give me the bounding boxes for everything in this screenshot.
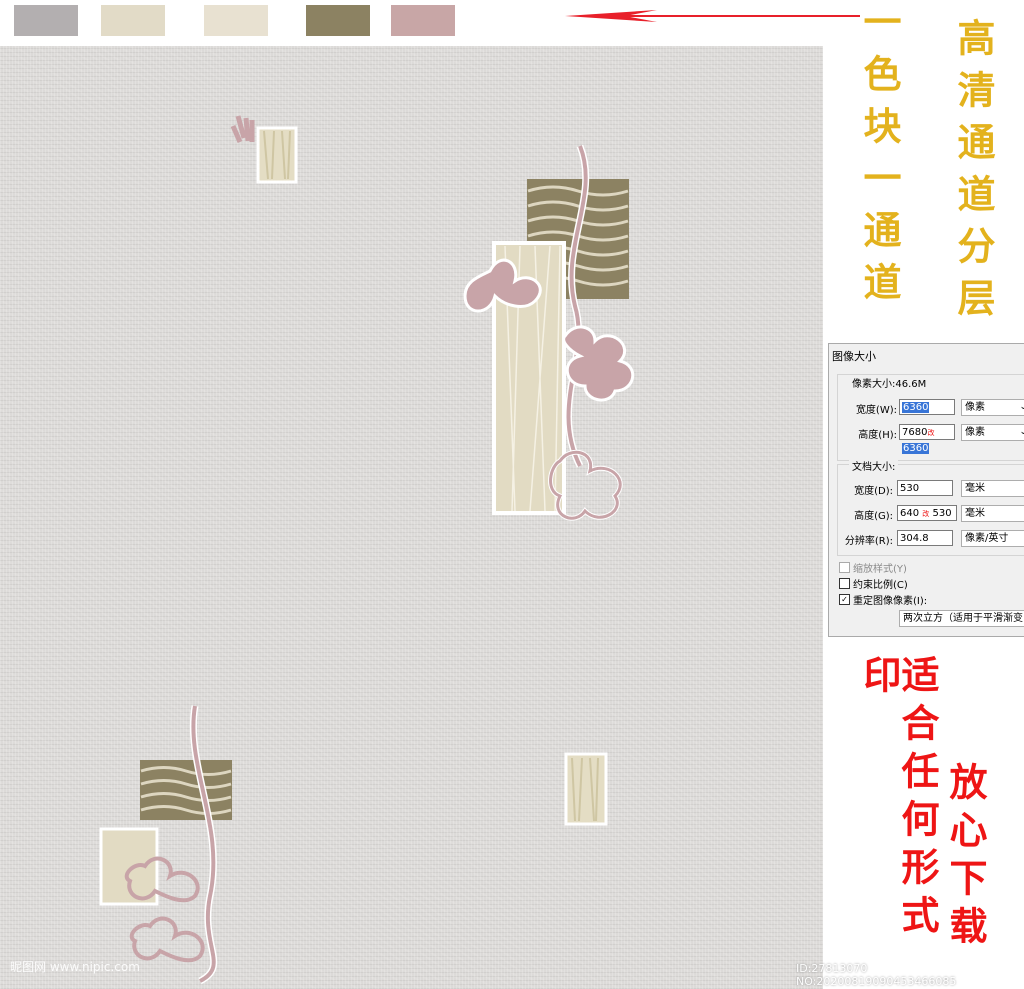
width-unit: 像素 <box>965 402 985 413</box>
width-label: 宽度(W): <box>855 405 897 416</box>
watermark-right: ID:27813070 NO:20200819090453466085 <box>796 962 957 988</box>
resolution-unit: 像素/英寸 <box>965 533 1009 544</box>
scale-styles-checkbox[interactable]: 缩放样式(Y) <box>839 560 907 575</box>
floral-pattern <box>99 115 635 985</box>
width-input[interactable]: 6360 <box>899 399 955 415</box>
scale-styles-label: 缩放样式(Y) <box>853 564 907 575</box>
red-arrow-icon <box>565 10 860 22</box>
annotation-suitable-for-any-print: 适合任何形式印 <box>857 655 940 943</box>
small-motif-top <box>230 115 298 184</box>
annotation-one-block-one-channel: 一色块一通道 <box>857 2 902 314</box>
checkbox-icon <box>839 562 850 573</box>
color-swatch-3 <box>204 5 268 36</box>
watermark-left: 昵图网 www.nipic.com <box>10 960 140 974</box>
width-value: 6360 <box>902 402 930 413</box>
checkmark-icon: ✓ <box>839 594 850 605</box>
resolution-value: 304.8 <box>900 533 929 544</box>
height-input[interactable]: 7680改 6360 <box>899 424 955 454</box>
resolution-unit-select[interactable]: 像素/英寸 <box>961 530 1024 547</box>
bottom-floral-motif <box>99 705 232 985</box>
resample-method-select[interactable]: 两次立方（适用于平滑渐变 <box>899 610 1024 627</box>
checkbox-icon <box>839 578 850 589</box>
resolution-input[interactable]: 304.8 <box>897 530 953 546</box>
color-swatch-2 <box>101 5 165 36</box>
small-motif-bottom <box>564 752 608 826</box>
resample-label: 重定图像像素(I): <box>853 596 928 607</box>
color-swatch-4 <box>306 5 370 36</box>
doc-height-value: 640 <box>900 508 920 519</box>
doc-width-value: 530 <box>900 483 920 494</box>
resample-method: 两次立方（适用于平滑渐变 <box>903 613 1023 624</box>
resample-checkbox[interactable]: ✓ 重定图像像素(I): <box>839 592 927 607</box>
dialog-title: 图像大小 <box>832 350 876 363</box>
document-size-label: 文档大小: <box>849 458 899 473</box>
chevron-down-icon: ⌄ <box>1019 427 1024 437</box>
doc-height-input[interactable]: 640 改 530 <box>897 505 957 521</box>
color-swatch-1 <box>14 5 78 36</box>
pixel-dimensions-label: 像素大小:46.6M <box>849 375 930 390</box>
chevron-down-icon: ⌄ <box>1019 402 1024 412</box>
height-label: 高度(H): <box>858 430 897 441</box>
main-floral-motif <box>463 144 635 521</box>
doc-height-change-marker: 改 <box>922 510 930 518</box>
doc-height-new-value: 530 <box>932 508 952 519</box>
resolution-label: 分辨率(R): <box>844 536 893 547</box>
height-unit: 像素 <box>965 427 985 438</box>
doc-height-unit-select[interactable]: 毫米 <box>961 505 1024 522</box>
doc-width-unit-select[interactable]: 毫米 <box>961 480 1024 497</box>
doc-width-label: 宽度(D): <box>854 486 893 497</box>
height-new-value: 6360 <box>902 443 930 454</box>
height-change-marker: 改 <box>927 429 935 437</box>
constrain-label: 约束比例(C) <box>853 580 908 591</box>
height-value: 7680 <box>902 427 928 438</box>
annotation-hd-channel-layers: 高清通道分层 <box>951 18 996 330</box>
doc-height-unit: 毫米 <box>965 508 985 519</box>
doc-width-unit: 毫米 <box>965 483 985 494</box>
doc-height-label: 高度(G): <box>854 511 893 522</box>
wallpaper-pattern-canvas: 昵图网 www.nipic.com <box>0 46 823 989</box>
color-swatch-5 <box>391 5 455 36</box>
doc-width-input[interactable]: 530 <box>897 480 953 496</box>
height-unit-select[interactable]: 像素 ⌄ <box>961 424 1024 441</box>
width-unit-select[interactable]: 像素 ⌄ <box>961 399 1024 416</box>
image-size-dialog: 图像大小 像素大小:46.6M 宽度(W): 6360 像素 ⌄ 高度(H): 7… <box>828 343 1024 637</box>
constrain-proportions-checkbox[interactable]: 约束比例(C) <box>839 576 908 591</box>
annotation-download-with-confidence: 放心下载 <box>943 762 988 954</box>
